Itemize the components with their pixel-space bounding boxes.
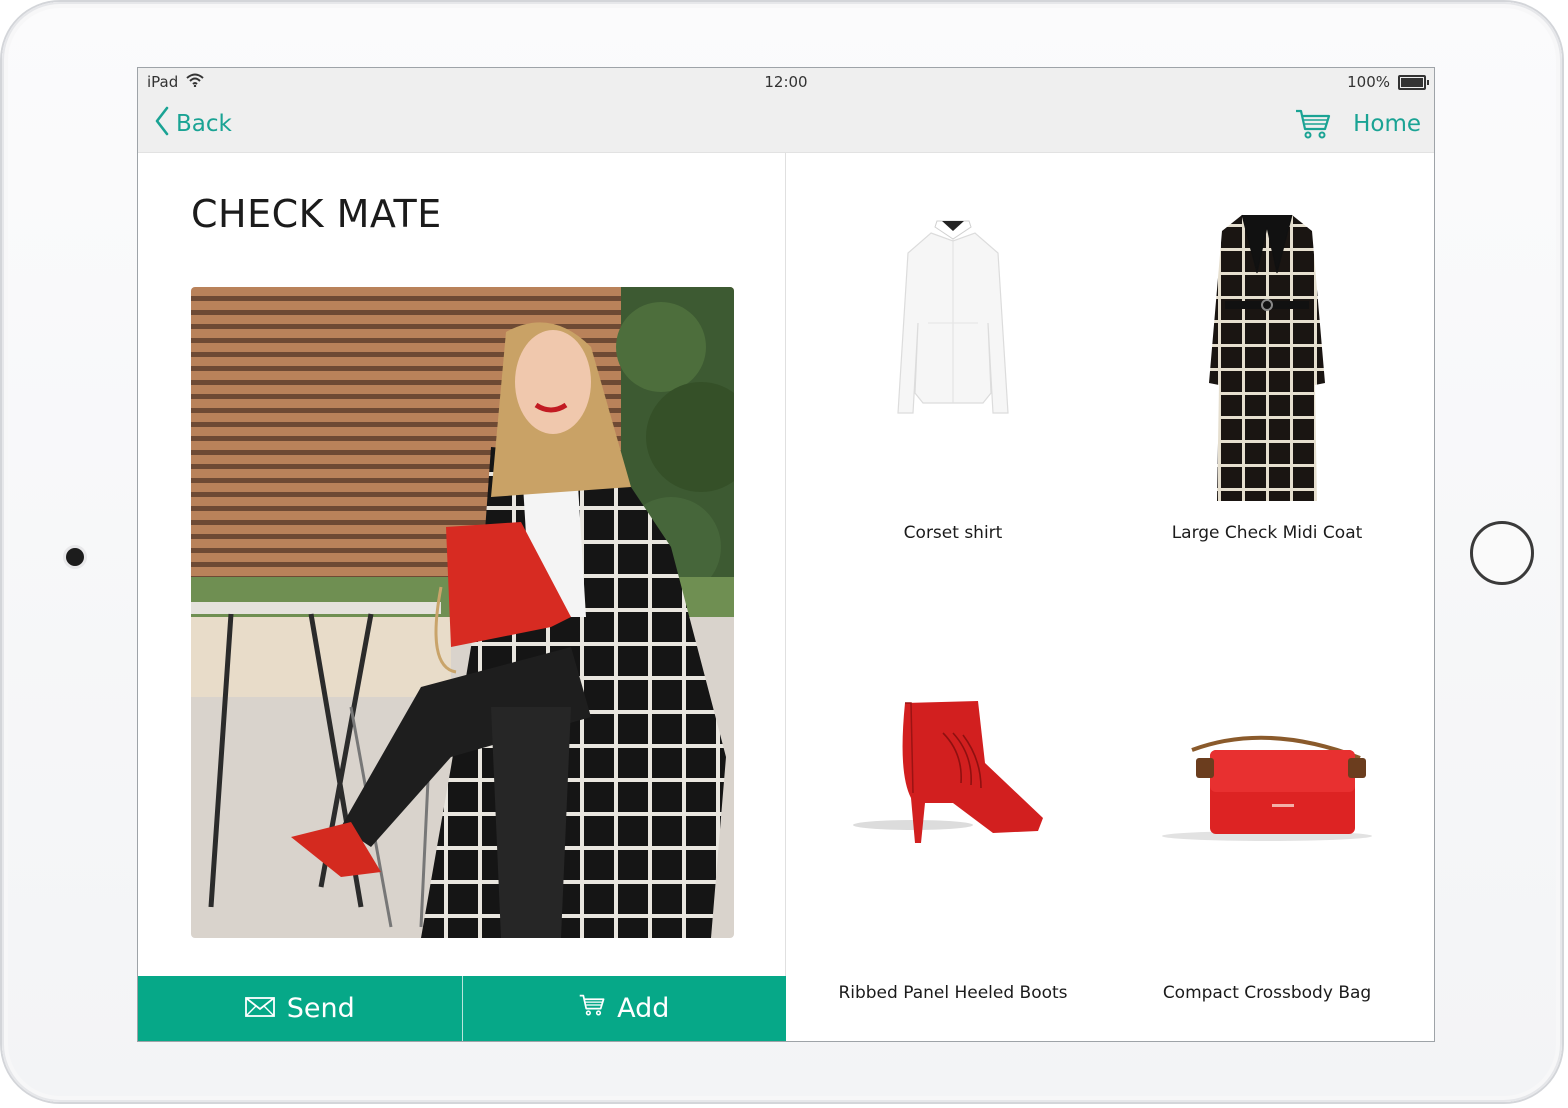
product-name: Corset shirt [903,523,1003,543]
corset-shirt-image [897,220,1009,414]
front-camera [66,548,84,566]
product-card-crossbody-bag[interactable]: Compact Crossbody Bag [1117,728,1417,1023]
envelope-icon [244,993,275,1024]
product-grid: Corset shirt Large Check Midi Coat Ribbe… [787,153,1434,1041]
look-detail-panel: CHECK MATE Send Add [138,153,786,1041]
device-home-button[interactable] [1470,521,1534,585]
cart-icon [579,993,605,1024]
home-link[interactable]: Home [1353,111,1421,137]
product-name: Ribbed Panel Heeled Boots [838,983,1068,1003]
app-screen: iPad 12:00 100% Back Home CHECK MATE Sen… [137,67,1435,1042]
battery-percent: 100% [1347,73,1390,91]
look-photo [191,287,734,938]
product-card-check-midi-coat[interactable]: Large Check Midi Coat [1117,213,1417,553]
chevron-left-icon [154,106,170,142]
back-button[interactable]: Back [154,106,232,142]
product-card-corset-shirt[interactable]: Corset shirt [803,213,1103,553]
heeled-boots-image [853,701,1043,843]
status-bar: iPad 12:00 100% [138,68,1434,96]
back-label: Back [176,111,232,137]
product-name: Large Check Midi Coat [1171,523,1363,543]
product-name: Compact Crossbody Bag [1162,983,1372,1003]
crossbody-bag-image [1162,735,1372,841]
add-to-cart-button[interactable]: Add [461,976,787,1041]
status-right: 100% [1347,73,1429,91]
send-button[interactable]: Send [138,976,462,1041]
add-label: Add [617,993,670,1024]
navigation-bar: Back Home [138,96,1434,153]
look-title: CHECK MATE [191,192,442,236]
check-midi-coat-image [1209,214,1325,501]
battery-icon [1398,74,1429,90]
cart-icon[interactable] [1295,108,1331,140]
clock: 12:00 [764,73,808,91]
action-bar: Send Add [138,976,786,1041]
nav-right-group: Home [1295,108,1421,140]
send-label: Send [286,993,355,1024]
product-card-heeled-boots[interactable]: Ribbed Panel Heeled Boots [803,693,1103,1023]
